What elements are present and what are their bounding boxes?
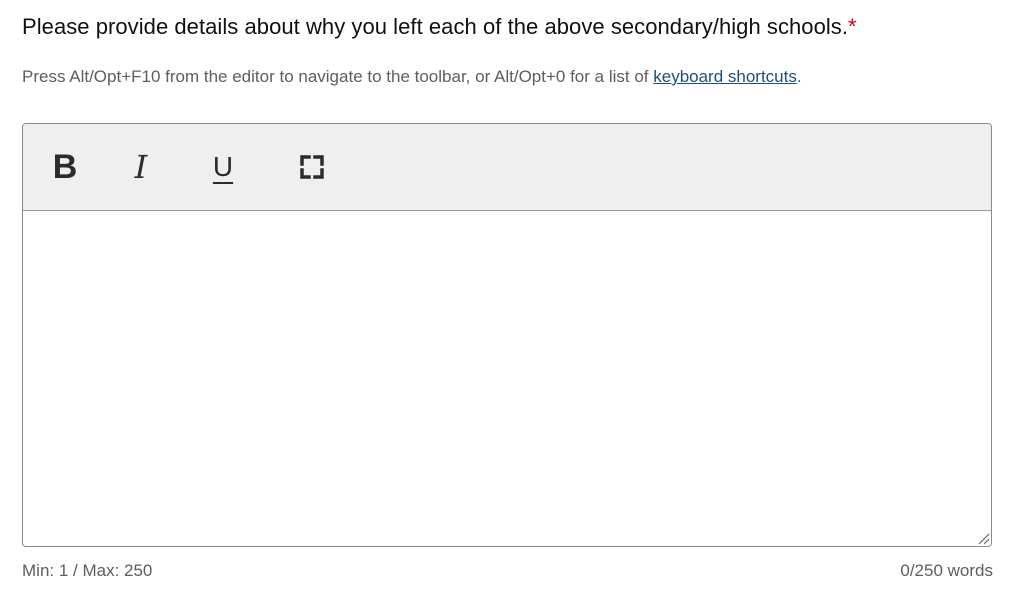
help-text: Press Alt/Opt+F10 from the editor to nav… bbox=[22, 67, 654, 86]
fullscreen-icon bbox=[300, 155, 324, 179]
word-limits: Min: 1 / Max: 250 bbox=[22, 561, 153, 580]
rich-text-editor: B I U bbox=[22, 123, 992, 547]
editor-content-area[interactable] bbox=[23, 211, 991, 546]
underline-label: U bbox=[212, 151, 234, 182]
keyboard-shortcuts-link[interactable]: keyboard shortcuts bbox=[653, 67, 797, 86]
question-text: Please provide details about why you lef… bbox=[22, 14, 849, 39]
editor-toolbar: B I U bbox=[23, 124, 991, 211]
italic-button[interactable]: I bbox=[119, 144, 163, 190]
bold-button[interactable]: B bbox=[43, 144, 87, 190]
editor-help-text: Press Alt/Opt+F10 from the editor to nav… bbox=[22, 64, 882, 89]
required-marker: * bbox=[848, 14, 857, 39]
resize-handle-icon[interactable] bbox=[976, 531, 990, 545]
underline-button[interactable]: U bbox=[201, 144, 245, 190]
word-count: 0/250 words bbox=[900, 561, 993, 580]
fullscreen-button[interactable] bbox=[290, 144, 334, 190]
question-label: Please provide details about why you lef… bbox=[22, 14, 857, 40]
help-trailing: . bbox=[796, 67, 802, 86]
